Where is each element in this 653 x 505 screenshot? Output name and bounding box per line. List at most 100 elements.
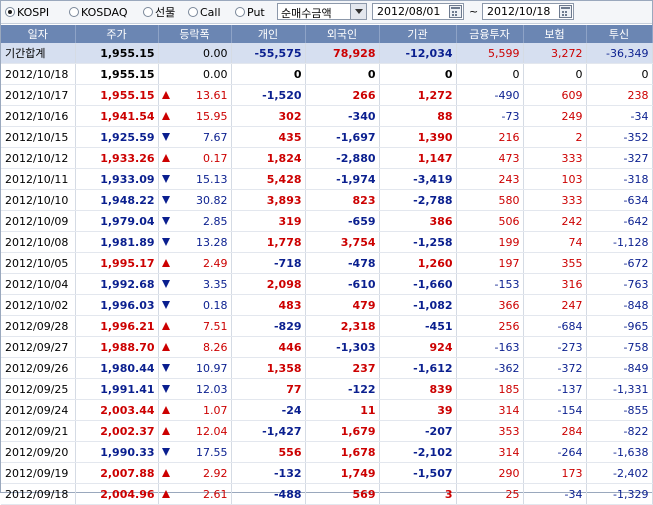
end-date-field[interactable]: 2012/10/18 — [482, 3, 574, 20]
table-row[interactable]: 2012/09/18 2,004.96 2.61 -488 569 3 25 -34 -1,32… — [1, 483, 653, 505]
table-row[interactable]: 2012/10/08 1,981.89 13.28 1,778 3,754 -1,258 1… — [1, 231, 653, 253]
table-row[interactable]: 2012/09/27 1,988.70 8.26 446 -1,303 924 -163 -2… — [1, 336, 653, 358]
cell-investment-trust: 238 — [586, 84, 653, 106]
cell-change: 30.82 — [158, 189, 232, 211]
col-header-financial-investment[interactable]: 금융투자 — [456, 25, 524, 43]
cell-change: 7.67 — [158, 126, 232, 148]
cell-institution: -1,660 — [379, 273, 457, 295]
cell-foreign: -1,974 — [305, 168, 380, 190]
cell-institution: 386 — [379, 210, 457, 232]
cell-individual: 319 — [231, 210, 306, 232]
cell-financial-investment: -163 — [456, 336, 524, 358]
cell-insurance: -372 — [523, 357, 587, 379]
table-row[interactable]: 2012/10/04 1,992.68 3.35 2,098 -610 -1,660 -15… — [1, 273, 653, 295]
radio-futures[interactable]: 선물 — [143, 5, 175, 19]
table-row[interactable]: 2012/10/05 1,995.17 2.49 -718 -478 1,260 197 35… — [1, 252, 653, 274]
col-header-foreign[interactable]: 외국인 — [305, 25, 380, 43]
cell-foreign: 3,754 — [305, 231, 380, 253]
cell-change: 13.61 — [158, 84, 232, 106]
change-value: 30.82 — [196, 193, 228, 207]
cell-change: 17.55 — [158, 441, 232, 463]
table-row[interactable]: 2012/10/15 1,925.59 7.67 435 -1,697 1,390 216 2… — [1, 126, 653, 148]
cell-insurance: -684 — [523, 315, 587, 337]
radio-put[interactable]: Put — [235, 5, 265, 19]
metric-select[interactable]: 순매수금액 — [277, 3, 367, 20]
cell-individual: 1,778 — [231, 231, 306, 253]
cell-institution: -1,507 — [379, 462, 457, 484]
cell-change: 2.49 — [158, 252, 232, 274]
cell-date: 2012/09/27 — [1, 336, 76, 358]
cell-financial-investment: -362 — [456, 357, 524, 379]
cell-date: 2012/10/11 — [1, 168, 76, 190]
cell-foreign: -340 — [305, 105, 380, 127]
cell-date: 2012/10/10 — [1, 189, 76, 211]
cell-individual: 2,098 — [231, 273, 306, 295]
col-header-investment-trust[interactable]: 투신 — [586, 25, 653, 43]
table-row[interactable]: 2012/09/24 2,003.44 1.07 -24 11 39 314 -154 -855 — [1, 399, 653, 421]
radio-kospi[interactable]: KOSPI — [5, 5, 49, 19]
table-row[interactable]: 2012/09/28 1,996.21 7.51 -829 2,318 -451 256 -6… — [1, 315, 653, 337]
cell-investment-trust: -318 — [586, 168, 653, 190]
arrow-down-icon — [161, 133, 170, 141]
cell-investment-trust: -848 — [586, 294, 653, 316]
table-row[interactable]: 2012/10/02 1,996.03 0.18 483 479 -1,082 366 247… — [1, 294, 653, 316]
table-row[interactable]: 2012/09/26 1,980.44 10.97 1,358 237 -1,612 -36… — [1, 357, 653, 379]
cell-foreign: 1,679 — [305, 420, 380, 442]
arrow-down-icon — [161, 217, 170, 225]
cell-insurance: 316 — [523, 273, 587, 295]
cell-date: 2012/10/17 — [1, 84, 76, 106]
cell-investment-trust: -1,638 — [586, 441, 653, 463]
radio-kosdaq[interactable]: KOSDAQ — [69, 5, 128, 19]
calendar-icon[interactable] — [559, 5, 572, 18]
col-header-institution[interactable]: 기관 — [379, 25, 457, 43]
table-row[interactable]: 2012/10/10 1,948.22 30.82 3,893 823 -2,788 580… — [1, 189, 653, 211]
cell-change: 8.26 — [158, 336, 232, 358]
cell-price: 1,981.89 — [75, 231, 159, 253]
cell-date: 2012/10/08 — [1, 231, 76, 253]
cell-date: 2012/09/26 — [1, 357, 76, 379]
cell-individual: -829 — [231, 315, 306, 337]
summary-row[interactable]: 기간합계 1,955.15 0.00 -55,575 78,928 -12,034 5,59… — [1, 43, 653, 64]
arrow-down-icon — [161, 196, 170, 204]
cell-institution: 1,260 — [379, 252, 457, 274]
cell-foreign: 2,318 — [305, 315, 380, 337]
cell-date: 2012/09/18 — [1, 483, 76, 505]
table-row[interactable]: 2012/09/19 2,007.88 2.92 -132 1,749 -1,507 290… — [1, 462, 653, 484]
cell-change: 15.95 — [158, 105, 232, 127]
table-row[interactable]: 2012/10/18 1,955.15 0.00 0 0 0 0 0 0 — [1, 63, 653, 85]
table-row[interactable]: 2012/09/25 1,991.41 12.03 77 -122 839 185 -137-… — [1, 378, 653, 400]
cell-foreign: -1,303 — [305, 336, 380, 358]
col-header-insurance[interactable]: 보험 — [523, 25, 587, 43]
col-header-change[interactable]: 등락폭 — [158, 25, 232, 43]
table-row[interactable]: 2012/10/11 1,933.09 15.13 5,428 -1,974 -3,419… — [1, 168, 653, 190]
chevron-down-icon[interactable] — [350, 4, 366, 19]
table-row[interactable]: 2012/09/20 1,990.33 17.55 556 1,678 -2,102 314… — [1, 441, 653, 463]
table-row[interactable]: 2012/10/16 1,941.54 15.95 302 -340 88 -73 249 -3… — [1, 105, 653, 127]
table-row[interactable]: 2012/10/12 1,933.26 0.17 1,824 -2,880 1,147 47… — [1, 147, 653, 169]
table-row[interactable]: 2012/09/21 2,002.37 12.04 -1,427 1,679 -207 35… — [1, 420, 653, 442]
start-date-field[interactable]: 2012/08/01 — [372, 3, 464, 20]
cell-institution: 3 — [379, 483, 457, 505]
cell-foreign: 266 — [305, 84, 380, 106]
arrow-up-icon — [161, 427, 170, 435]
table-row[interactable]: 2012/10/09 1,979.04 2.85 319 -659 386 506 242 -6… — [1, 210, 653, 232]
col-header-date[interactable]: 일자 — [1, 25, 76, 43]
cell-price: 1,933.09 — [75, 168, 159, 190]
cell-price: 1,933.26 — [75, 147, 159, 169]
change-value: 13.28 — [196, 235, 228, 249]
calendar-icon[interactable] — [449, 5, 462, 18]
cell-financial-investment: 216 — [456, 126, 524, 148]
cell-change: 12.04 — [158, 420, 232, 442]
cell-investment-trust: -822 — [586, 420, 653, 442]
cell-institution: -2,788 — [379, 189, 457, 211]
col-header-individual[interactable]: 개인 — [231, 25, 306, 43]
col-header-price[interactable]: 주가 — [75, 25, 159, 43]
table-row[interactable]: 2012/10/17 1,955.15 13.61 -1,520 266 1,272 -49… — [1, 84, 653, 106]
investor-trading-window: KOSPI KOSDAQ 선물 Call Put 순매수금액 2012/08/0… — [0, 0, 653, 505]
cell-individual: -488 — [231, 483, 306, 505]
arrow-down-icon — [161, 448, 170, 456]
cell-price: 1,941.54 — [75, 105, 159, 127]
radio-label: KOSPI — [17, 5, 50, 19]
cell-financial-investment: 506 — [456, 210, 524, 232]
radio-call[interactable]: Call — [188, 5, 221, 19]
